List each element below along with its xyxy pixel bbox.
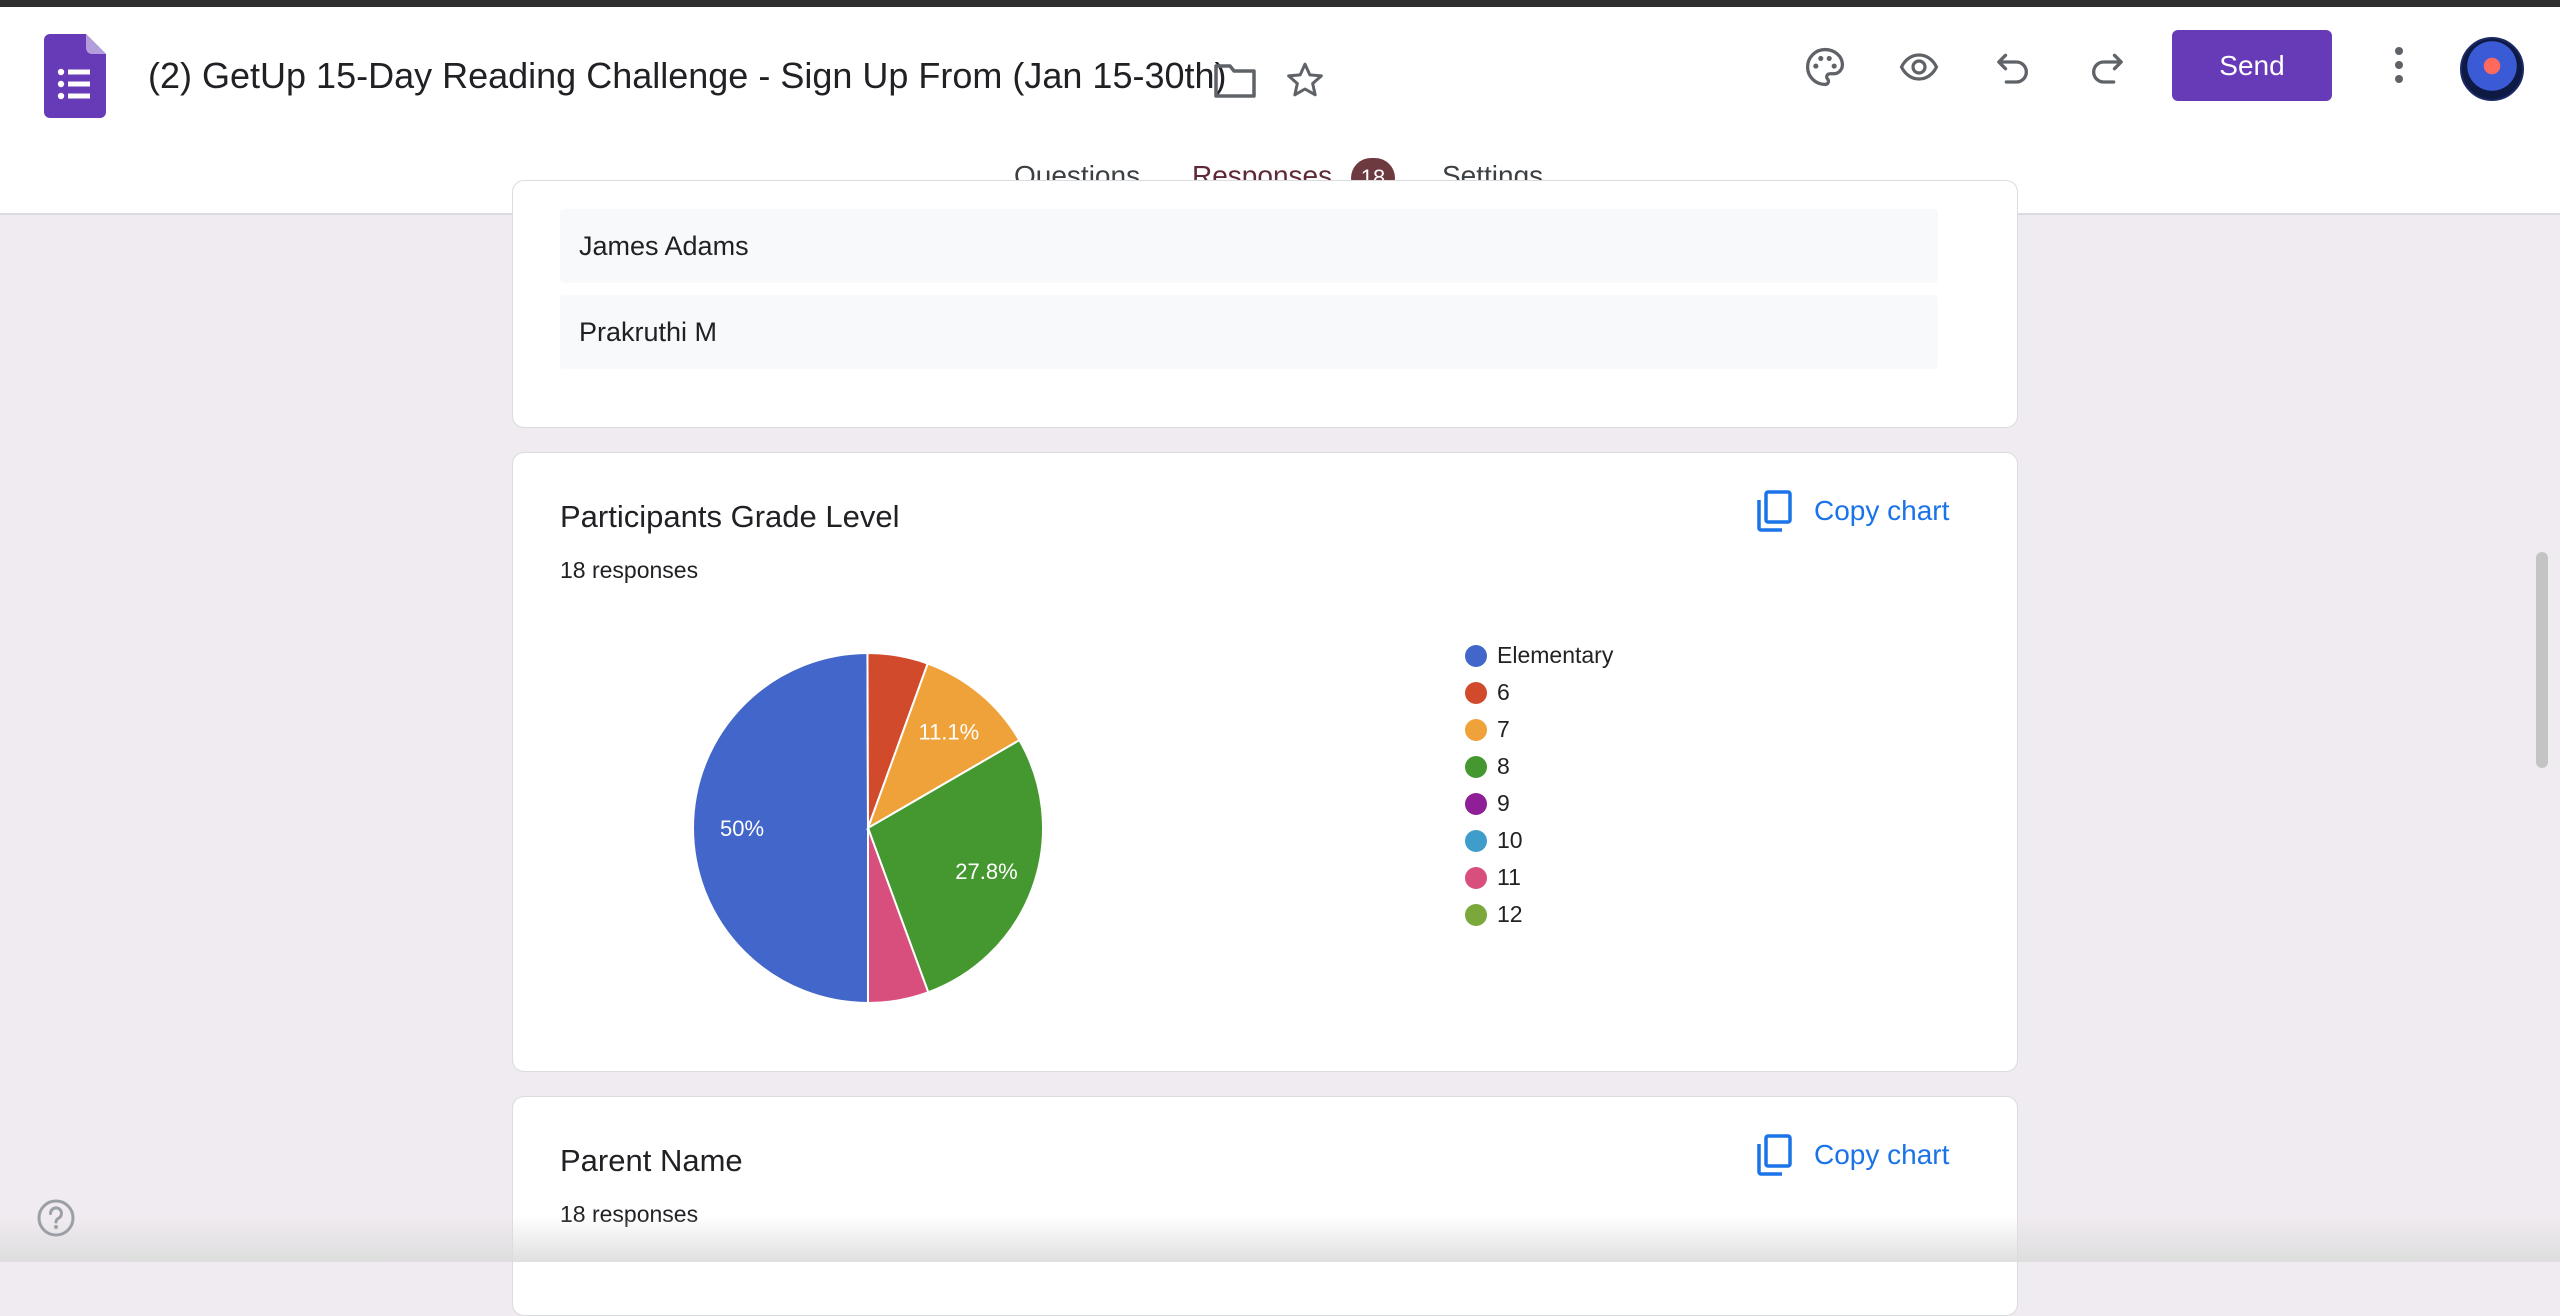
window-top-strip	[0, 0, 2560, 7]
copy-chart-label: Copy chart	[1814, 1139, 1950, 1170]
grade-level-card: Participants Grade Level 18 responses Co…	[512, 452, 2018, 1072]
help-icon[interactable]	[36, 1198, 76, 1238]
legend-item: 11	[1465, 859, 1613, 896]
legend-swatch	[1465, 903, 1487, 926]
page-scrollbar[interactable]	[2536, 552, 2548, 768]
copy-icon	[1757, 490, 1792, 532]
bottom-shade	[0, 1216, 2560, 1262]
legend-item: 7	[1465, 711, 1613, 748]
pie-slice-label: 50%	[720, 816, 764, 841]
legend-label: 9	[1497, 790, 1510, 816]
undo-icon[interactable]	[1978, 32, 2048, 102]
legend-swatch	[1465, 681, 1487, 704]
palette-icon[interactable]	[1790, 32, 1860, 102]
parent-name-card: Parent Name 18 responses Copy chart	[512, 1096, 2018, 1316]
preview-eye-icon[interactable]	[1884, 32, 1954, 102]
pie-slice-label: 27.8%	[955, 859, 1017, 884]
legend-swatch	[1465, 718, 1487, 741]
legend-item: Elementary	[1465, 637, 1613, 674]
legend-swatch	[1465, 755, 1487, 778]
legend-label: 8	[1497, 753, 1510, 779]
document-title[interactable]: (2) GetUp 15-Day Reading Challenge - Sig…	[148, 55, 1227, 97]
legend-swatch	[1465, 829, 1487, 852]
account-avatar[interactable]	[2460, 37, 2524, 101]
legend-item: 6	[1465, 674, 1613, 711]
legend-item: 10	[1465, 822, 1613, 859]
legend-item: 12	[1465, 896, 1613, 933]
folder-icon[interactable]	[1200, 45, 1270, 115]
star-icon[interactable]	[1270, 45, 1340, 115]
grade-pie-chart: 50% 11.1% 27.8%	[692, 651, 1044, 1005]
legend-label: 7	[1497, 716, 1510, 742]
response-row: James Adams	[560, 209, 1938, 283]
response-row: Prakruthi M	[560, 295, 1938, 369]
legend-label: 6	[1497, 679, 1510, 705]
legend-item: 8	[1465, 748, 1613, 785]
response-count: 18 responses	[560, 557, 699, 583]
chart-legend: Elementary 6 7 8 9 10 11 12	[1465, 637, 1613, 933]
copy-chart-button[interactable]: Copy chart	[1756, 1134, 1949, 1176]
more-vert-icon[interactable]	[2364, 30, 2434, 100]
question-title: Participants Grade Level	[560, 499, 900, 534]
legend-swatch	[1465, 866, 1487, 889]
legend-item: 9	[1465, 785, 1613, 822]
forms-logo-icon[interactable]	[44, 34, 106, 118]
pie-slice-label: 11.1%	[918, 719, 979, 744]
name-responses-card: James Adams Prakruthi M	[512, 180, 2018, 428]
send-button[interactable]: Send	[2172, 30, 2332, 101]
question-title: Parent Name	[560, 1143, 743, 1178]
redo-icon[interactable]	[2072, 32, 2142, 102]
copy-icon	[1757, 1134, 1792, 1176]
copy-chart-button[interactable]: Copy chart	[1756, 490, 1949, 532]
legend-label: 12	[1497, 901, 1523, 927]
legend-label: Elementary	[1497, 642, 1614, 668]
legend-swatch	[1465, 792, 1487, 815]
copy-chart-label: Copy chart	[1814, 495, 1950, 526]
legend-label: 10	[1497, 827, 1523, 853]
legend-swatch	[1465, 644, 1487, 667]
legend-label: 11	[1497, 864, 1521, 890]
